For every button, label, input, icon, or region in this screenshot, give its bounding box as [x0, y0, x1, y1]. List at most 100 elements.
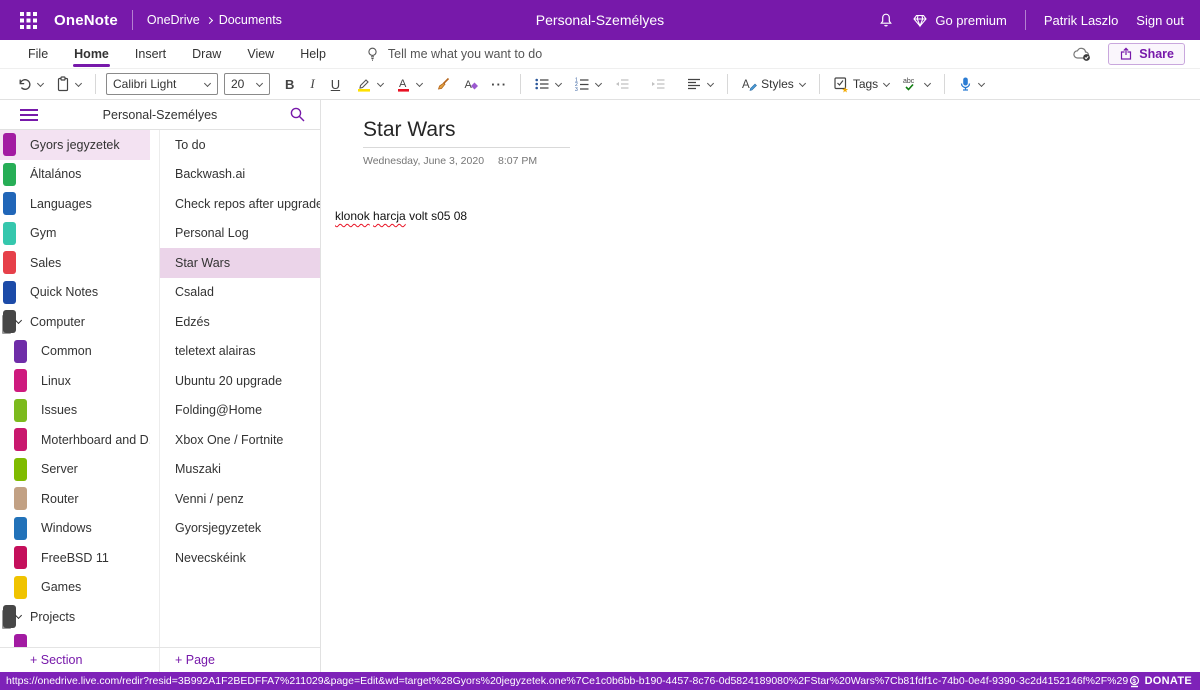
- section-row[interactable]: Quick Notes: [0, 278, 150, 308]
- page-editor[interactable]: Star Wars Wednesday, June 3, 20208:07 PM…: [321, 100, 1200, 672]
- format-painter-button[interactable]: [430, 72, 456, 96]
- section-row[interactable]: Games: [0, 573, 150, 603]
- font-size-combo[interactable]: 20: [224, 73, 270, 95]
- clipboard-icon: [56, 76, 70, 92]
- highlight-color-button[interactable]: [351, 72, 389, 96]
- page-row[interactable]: Gyorsjegyzetek: [160, 514, 320, 544]
- section-row[interactable]: Gym: [0, 219, 150, 249]
- status-url-link[interactable]: https://onedrive.live.com/redir?resid=3B…: [6, 675, 1128, 687]
- section-row[interactable]: Router: [0, 484, 150, 514]
- paste-button[interactable]: [51, 72, 87, 96]
- decrease-indent-button[interactable]: [609, 72, 635, 96]
- dictate-button[interactable]: [953, 72, 990, 96]
- bold-button[interactable]: B: [280, 72, 299, 96]
- page-row[interactable]: Nevecskéink: [160, 543, 320, 573]
- increase-indent-button[interactable]: [645, 72, 671, 96]
- spellcheck-abc-icon: abc: [902, 76, 919, 92]
- breadcrumb-onedrive[interactable]: OneDrive: [147, 13, 200, 27]
- menu-item-draw[interactable]: Draw: [179, 40, 234, 68]
- breadcrumb[interactable]: OneDrive Documents: [147, 13, 282, 27]
- page-row[interactable]: Csalad: [160, 278, 320, 308]
- section-row[interactable]: Linux: [0, 366, 150, 396]
- section-row[interactable]: [0, 632, 150, 648]
- section-row[interactable]: Windows: [0, 514, 150, 544]
- highlighter-icon: [356, 76, 372, 92]
- menu-item-home[interactable]: Home: [61, 40, 122, 68]
- account-button[interactable]: Patrik Laszlo: [1044, 13, 1118, 28]
- section-row[interactable]: Projects: [0, 602, 150, 632]
- numbered-list-button[interactable]: 1 2 3: [569, 72, 607, 96]
- search-button[interactable]: [289, 106, 306, 123]
- page-row[interactable]: teletext alairas: [160, 337, 320, 367]
- section-expand-chevron-icon[interactable]: [15, 317, 22, 324]
- page-row[interactable]: Edzés: [160, 307, 320, 337]
- section-row[interactable]: Sales: [0, 248, 150, 278]
- page-row[interactable]: Star Wars: [160, 248, 320, 278]
- section-expand-chevron-icon[interactable]: [15, 612, 22, 619]
- donate-button[interactable]: $ DONATE: [1128, 675, 1192, 688]
- menu-item-insert[interactable]: Insert: [122, 40, 179, 68]
- share-button[interactable]: Share: [1108, 43, 1185, 65]
- section-label: Gym: [30, 226, 56, 240]
- page-row[interactable]: To do: [160, 130, 320, 160]
- page-body-text[interactable]: klonok harcja volt s05 08: [335, 209, 1200, 223]
- page-list: To doBackwash.aiCheck repos after upgrad…: [160, 130, 320, 647]
- section-label: Issues: [41, 403, 77, 417]
- page-row[interactable]: Personal Log: [160, 219, 320, 249]
- bullet-list-button[interactable]: [529, 72, 567, 96]
- alignment-button[interactable]: [681, 72, 719, 96]
- page-row[interactable]: Muszaki: [160, 455, 320, 485]
- font-color-icon: A: [396, 76, 411, 92]
- panel-header: Personal-Személyes: [0, 100, 320, 130]
- breadcrumb-documents[interactable]: Documents: [219, 13, 282, 27]
- page-row[interactable]: Venni / penz: [160, 484, 320, 514]
- share-label: Share: [1139, 47, 1174, 61]
- save-status-icon[interactable]: [1072, 46, 1094, 62]
- page-row[interactable]: Xbox One / Fortnite: [160, 425, 320, 455]
- italic-button[interactable]: I: [305, 72, 319, 96]
- section-row[interactable]: Languages: [0, 189, 150, 219]
- page-title[interactable]: Star Wars: [363, 118, 1200, 142]
- section-row[interactable]: Server: [0, 455, 150, 485]
- section-row[interactable]: Gyors jegyzetek: [0, 130, 150, 160]
- section-row[interactable]: Moterhboard and D...: [0, 425, 150, 455]
- menu-item-file[interactable]: File: [15, 40, 61, 68]
- hamburger-menu-button[interactable]: [20, 109, 38, 121]
- tell-me-box[interactable]: Tell me what you want to do: [365, 46, 542, 62]
- section-row[interactable]: FreeBSD 11: [0, 543, 150, 573]
- add-page-button[interactable]: + Page: [160, 648, 215, 672]
- section-row[interactable]: Általános: [0, 160, 150, 190]
- sign-out-button[interactable]: Sign out: [1136, 13, 1184, 28]
- misspelled-word: harcja: [373, 209, 406, 223]
- spellcheck-button[interactable]: abc: [897, 72, 936, 96]
- more-formatting-button[interactable]: ···: [486, 72, 512, 96]
- tags-button[interactable]: ★ Tags: [828, 72, 895, 96]
- notifications-button[interactable]: [878, 12, 894, 28]
- section-color-tab: [14, 428, 27, 451]
- chevron-down-icon: [555, 79, 562, 86]
- section-row[interactable]: Issues: [0, 396, 150, 426]
- section-row[interactable]: Computer: [0, 307, 150, 337]
- add-section-button[interactable]: + Section: [0, 648, 160, 672]
- page-row[interactable]: Check repos after upgrade: [160, 189, 320, 219]
- page-row[interactable]: Ubuntu 20 upgrade: [160, 366, 320, 396]
- app-name[interactable]: OneNote: [54, 12, 118, 29]
- font-color-button[interactable]: A: [391, 72, 428, 96]
- clear-formatting-button[interactable]: A: [458, 72, 484, 96]
- section-label: Common: [41, 344, 92, 358]
- menu-bar: FileHomeInsertDrawViewHelp Tell me what …: [0, 40, 1200, 69]
- underline-button[interactable]: U: [326, 72, 345, 96]
- menu-item-help[interactable]: Help: [287, 40, 339, 68]
- app-launcher-button[interactable]: [16, 8, 40, 32]
- styles-button[interactable]: A Styles: [736, 72, 811, 96]
- svg-text:A: A: [465, 79, 473, 91]
- page-row[interactable]: Folding@Home: [160, 396, 320, 426]
- format-painter-icon: [435, 76, 451, 92]
- page-row[interactable]: Backwash.ai: [160, 160, 320, 190]
- undo-button[interactable]: [12, 72, 49, 96]
- go-premium-button[interactable]: Go premium: [912, 13, 1007, 28]
- menu-item-view[interactable]: View: [234, 40, 287, 68]
- section-row[interactable]: Common: [0, 337, 150, 367]
- section-label: Gyors jegyzetek: [30, 138, 120, 152]
- font-name-combo[interactable]: Calibri Light: [106, 73, 218, 95]
